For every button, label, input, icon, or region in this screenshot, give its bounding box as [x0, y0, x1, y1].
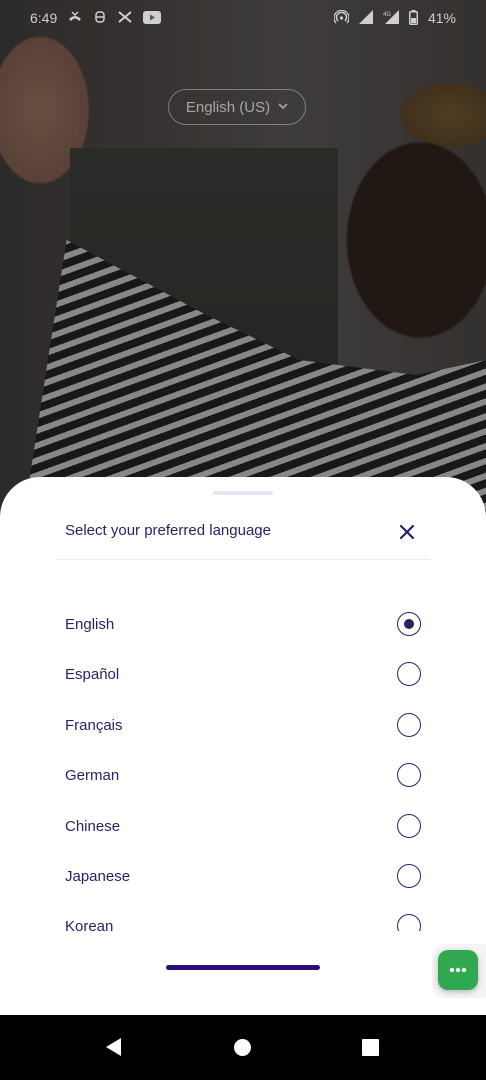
sheet-drag-handle[interactable]: [213, 491, 273, 495]
close-icon: [399, 524, 415, 540]
language-label: German: [65, 766, 120, 784]
battery-icon: [408, 9, 418, 27]
radio-dot: [404, 619, 414, 629]
radio-unselected[interactable]: [397, 713, 421, 737]
radio-unselected[interactable]: [397, 763, 421, 787]
language-option-chinese[interactable]: Chinese: [0, 801, 486, 851]
chat-button[interactable]: [438, 950, 478, 990]
signal-icon: [358, 10, 373, 26]
radio-unselected[interactable]: [397, 864, 421, 888]
youtube-icon: [143, 10, 162, 26]
svg-text:4G: 4G: [383, 12, 391, 18]
sheet-home-indicator: [166, 965, 320, 970]
language-label: Japanese: [65, 867, 131, 885]
status-bar: 6:49 4G 41%: [0, 0, 486, 36]
language-selector-pill[interactable]: English (US): [168, 89, 306, 125]
signal-4g-icon: 4G: [383, 10, 399, 26]
language-list[interactable]: English Español Français German Chinese …: [0, 599, 486, 931]
chevron-down-icon: [278, 101, 288, 113]
language-label: Français: [65, 716, 123, 734]
language-option-japanese[interactable]: Japanese: [0, 851, 486, 901]
back-icon[interactable]: [104, 1037, 124, 1062]
recents-icon[interactable]: [362, 1039, 379, 1056]
language-option-francais[interactable]: Français: [0, 700, 486, 750]
language-option-espanol[interactable]: Español: [0, 649, 486, 699]
tools-icon: [117, 10, 133, 26]
battery-percent: 41%: [427, 10, 456, 26]
radio-unselected[interactable]: [397, 814, 421, 838]
language-option-korean[interactable]: Korean: [0, 901, 486, 931]
hotspot-icon: [333, 9, 350, 26]
language-label: Chinese: [65, 817, 121, 835]
radio-unselected[interactable]: [397, 914, 421, 931]
vpn-icon: [93, 10, 107, 26]
language-bottom-sheet: Select your preferred language English E…: [0, 477, 486, 1017]
language-pill-label: English (US): [185, 98, 271, 116]
close-button[interactable]: [394, 519, 420, 545]
language-label: Español: [65, 665, 120, 683]
background-dim-overlay: [0, 0, 486, 540]
home-icon[interactable]: [234, 1039, 251, 1056]
radio-selected[interactable]: [397, 612, 421, 636]
header-divider: [56, 559, 430, 560]
language-option-english[interactable]: English: [0, 599, 486, 649]
more-dots-icon: [449, 967, 467, 973]
language-label: English: [65, 615, 115, 633]
language-label: Korean: [65, 917, 114, 932]
sheet-title: Select your preferred language: [65, 522, 271, 539]
language-option-german[interactable]: German: [0, 750, 486, 800]
radio-unselected[interactable]: [397, 662, 421, 686]
status-time: 6:49: [30, 10, 58, 26]
navigation-bar: [0, 1015, 486, 1080]
missed-call-icon: [67, 10, 83, 26]
